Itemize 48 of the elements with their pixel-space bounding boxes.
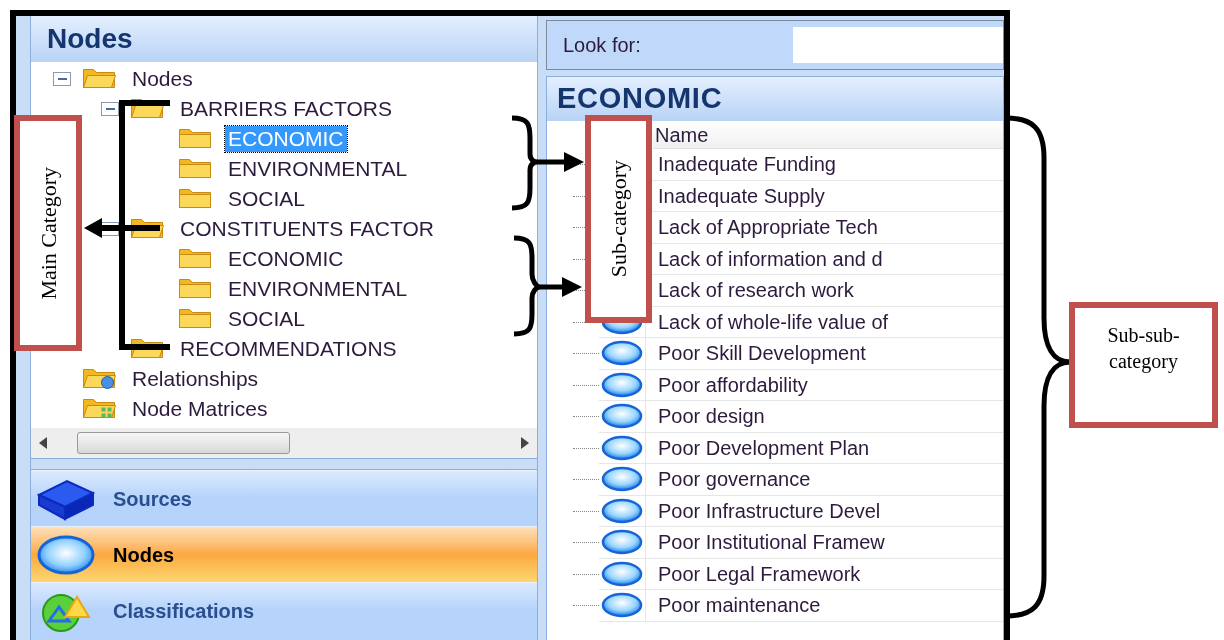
node-icon — [601, 529, 643, 556]
folder-icon — [179, 249, 212, 269]
tree-item[interactable]: SOCIAL — [225, 306, 309, 332]
tree-item[interactable]: Relationships — [129, 366, 262, 392]
folder-icon — [179, 129, 212, 149]
tree-item[interactable]: Nodes — [129, 66, 196, 92]
search-field[interactable] — [793, 27, 1003, 63]
open-folder-icon — [83, 69, 116, 89]
folder-icon — [179, 279, 212, 299]
tree-item[interactable]: RECOMMENDATIONS — [177, 336, 400, 362]
panel-title: ECONOMIC — [557, 81, 723, 117]
annotation-label: Main Category — [14, 115, 82, 351]
node-icon — [601, 466, 643, 493]
table-cell: Poor Skill Development — [645, 338, 1003, 370]
column-header[interactable]: Name — [653, 121, 709, 148]
pane-title: Nodes — [47, 22, 133, 56]
node-icon — [601, 371, 643, 398]
folder-icon — [179, 159, 212, 179]
open-folder-icon — [83, 399, 116, 419]
open-folder-icon — [83, 369, 116, 389]
table-cell: Poor Legal Framework — [645, 558, 1003, 590]
table-cell: Poor Development Plan — [645, 432, 1003, 464]
tree-item[interactable]: ENVIRONMENTAL — [225, 276, 411, 302]
table-cell: Poor design — [645, 401, 1003, 433]
table-cell: Poor maintenance — [645, 590, 1003, 622]
table-cell: Poor Infrastructure Devel — [645, 495, 1003, 527]
node-icon — [601, 497, 643, 524]
search-label: Look for: — [563, 33, 642, 58]
annotation-label: Sub-category — [585, 115, 652, 323]
navigation-button[interactable]: Nodes — [31, 526, 537, 582]
folder-icon — [179, 189, 212, 209]
table-cell: Poor Institutional Framew — [645, 527, 1003, 559]
tree-item[interactable]: CONSTITUENTS FACTOR — [177, 216, 437, 242]
tree-item[interactable]: Node Matrices — [129, 396, 271, 422]
tree-item[interactable]: BARRIERS FACTORS — [177, 96, 395, 122]
annotation-label: Sub-sub-category — [1069, 302, 1218, 428]
node-icon — [601, 340, 643, 367]
table-cell: Poor affordability — [645, 369, 1003, 401]
node-icon — [601, 560, 643, 587]
tree-item[interactable]: ENVIRONMENTAL — [225, 156, 411, 182]
tree-item[interactable]: ECONOMIC — [225, 246, 347, 272]
folder-icon — [179, 309, 212, 329]
node-icon — [601, 592, 643, 619]
node-icon — [601, 434, 643, 461]
tree-item[interactable]: SOCIAL — [225, 186, 309, 212]
node-icon — [601, 403, 643, 430]
table-cell: Poor governance — [645, 464, 1003, 496]
horizontal-scrollbar[interactable] — [31, 428, 537, 458]
